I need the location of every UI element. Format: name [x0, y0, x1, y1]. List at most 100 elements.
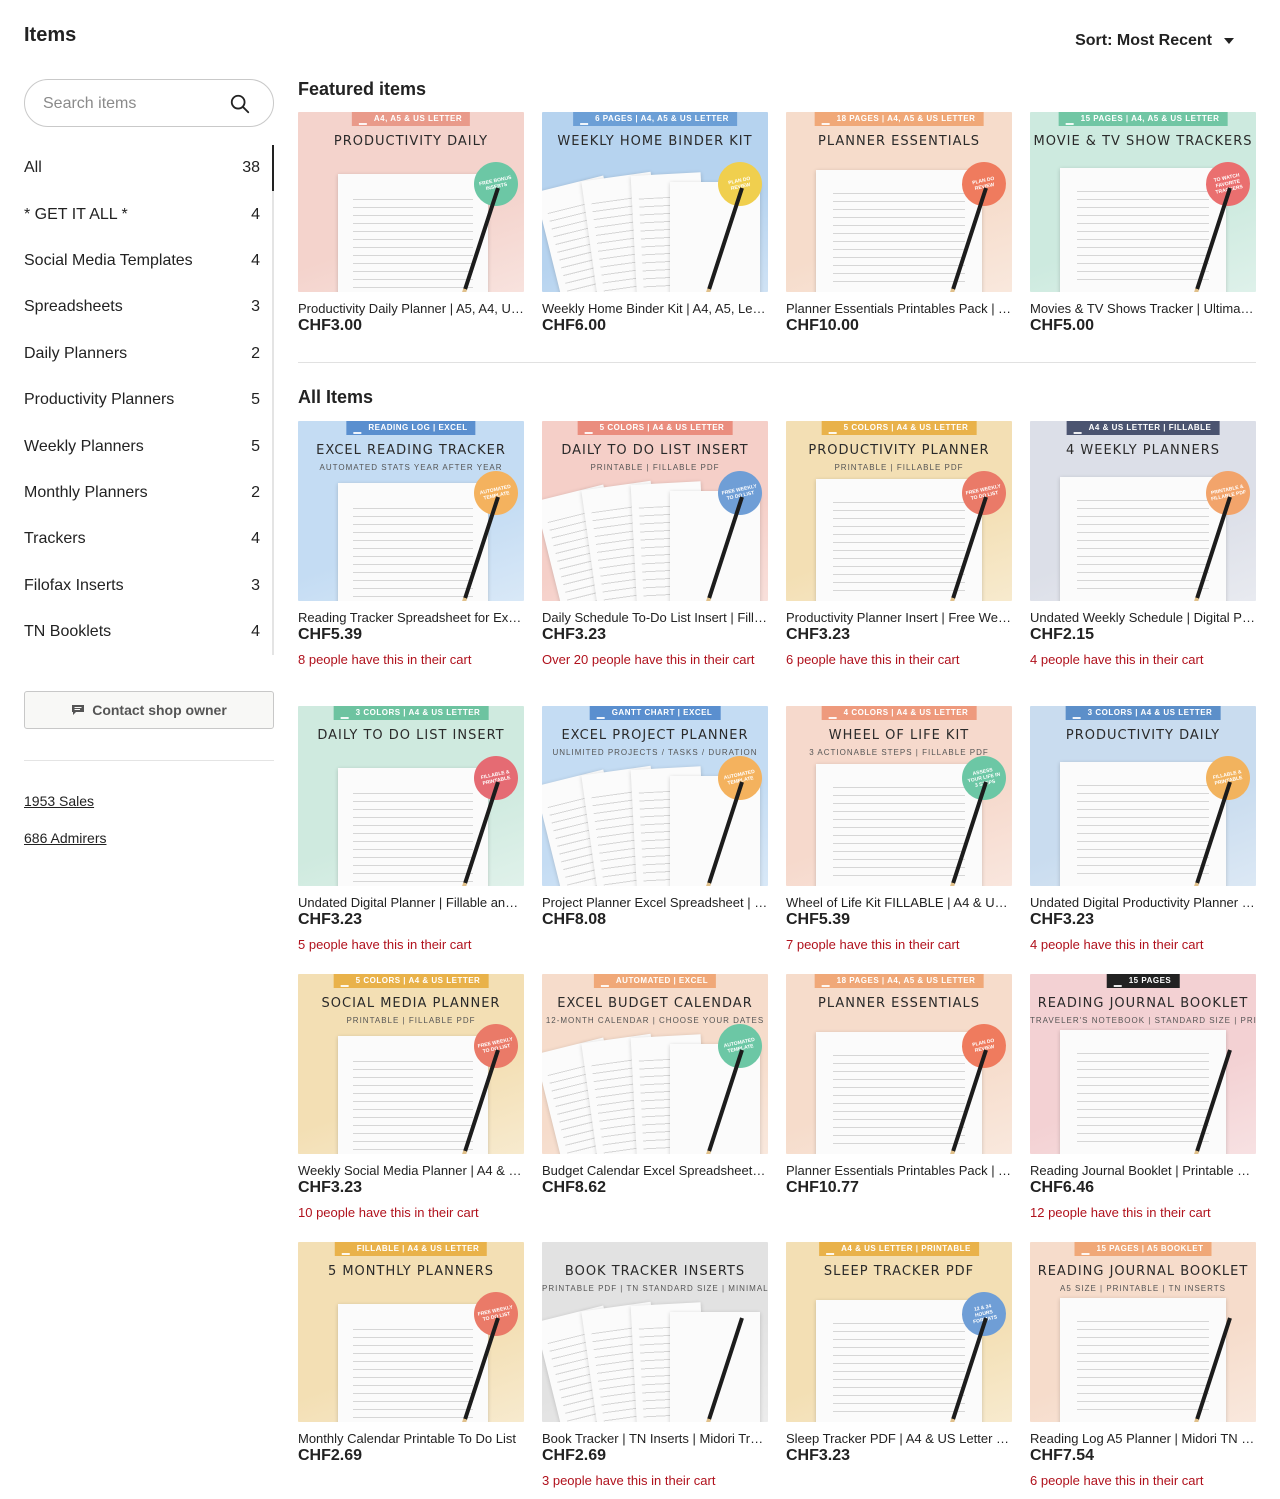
product-thumbnail[interactable]: 3 COLORS | A4 & US LETTER PRODUCTIVITY DA…: [1030, 706, 1256, 886]
product-thumbnail[interactable]: FILLABLE | A4 & US LETTER 5 MONTHLY PLANN…: [298, 1242, 524, 1422]
product-card[interactable]: FILLABLE | A4 & US LETTER 5 MONTHLY PLANN…: [298, 1242, 524, 1465]
category-item[interactable]: Filofax Inserts 3: [24, 563, 272, 609]
product-thumbnail[interactable]: A4 & US LETTER | FILLABLE 4 WEEKLY PLANNE…: [1030, 421, 1256, 601]
product-card[interactable]: BOOK TRACKER INSERTS PRINTABLE PDF | TN S…: [542, 1242, 768, 1490]
active-category-indicator: [272, 145, 274, 191]
product-price: CHF6.00: [542, 317, 607, 334]
product-card[interactable]: GANTT CHART | EXCEL EXCEL PROJECT PLANNER…: [542, 706, 768, 929]
product-title[interactable]: Undated Digital Productivity Planner | F…: [1030, 895, 1256, 910]
product-card[interactable]: 15 PAGES READING JOURNAL BOOKLET TRAVELER'…: [1030, 974, 1256, 1222]
product-title[interactable]: Book Tracker | TN Inserts | Midori Trave…: [542, 1431, 768, 1446]
category-item[interactable]: Spreadsheets 3: [24, 284, 272, 330]
product-title[interactable]: Reading Journal Booklet | Printable PDF: [1030, 1163, 1256, 1178]
sales-link[interactable]: 1953 Sales: [24, 793, 274, 809]
product-card[interactable]: 15 PAGES | A5 BOOKLET READING JOURNAL BOO…: [1030, 1242, 1256, 1490]
category-label: All: [24, 159, 42, 177]
product-heading: READING JOURNAL BOOKLET: [1037, 996, 1249, 1011]
product-tag: 15 PAGES | A5 BOOKLET: [1074, 1242, 1212, 1256]
product-card[interactable]: 5 COLORS | A4 & US LETTER SOCIAL MEDIA PL…: [298, 974, 524, 1222]
product-card[interactable]: 4 COLORS | A4 & US LETTER WHEEL OF LIFE K…: [786, 706, 1012, 954]
product-heading: PRODUCTIVITY DAILY: [1065, 728, 1221, 743]
sort-dropdown[interactable]: Sort: Most Recent: [1075, 32, 1234, 50]
category-item[interactable]: * GET IT ALL * 4: [24, 191, 272, 237]
product-card[interactable]: 5 COLORS | A4 & US LETTER PRODUCTIVITY PL…: [786, 421, 1012, 669]
product-thumbnail[interactable]: 5 COLORS | A4 & US LETTER SOCIAL MEDIA PL…: [298, 974, 524, 1154]
product-card[interactable]: AUTOMATED | EXCEL EXCEL BUDGET CALENDAR 12…: [542, 974, 768, 1197]
product-price: CHF3.23: [1030, 911, 1095, 928]
category-item[interactable]: Productivity Planners 5: [24, 377, 272, 423]
category-item[interactable]: Daily Planners 2: [24, 331, 272, 377]
product-tag: A4 & US LETTER | PRINTABLE: [819, 1242, 979, 1256]
category-item[interactable]: Trackers 4: [24, 516, 272, 562]
product-thumbnail[interactable]: 15 PAGES | A5 BOOKLET READING JOURNAL BOO…: [1030, 1242, 1256, 1422]
all-items-section-title: All Items: [298, 387, 374, 407]
product-title[interactable]: Wheel of Life Kit FILLABLE | A4 & US Let…: [786, 895, 1012, 910]
admirers-link[interactable]: 686 Admirers: [24, 830, 274, 846]
product-thumbnail[interactable]: 4 COLORS | A4 & US LETTER WHEEL OF LIFE K…: [786, 706, 1012, 886]
product-title[interactable]: Monthly Calendar Printable To Do List: [298, 1431, 524, 1446]
product-title[interactable]: Project Planner Excel Spreadsheet | Gant…: [542, 895, 768, 910]
product-title[interactable]: Planner Essentials Printables Pack | Yea…: [786, 1163, 1012, 1178]
category-item[interactable]: All 38: [24, 145, 272, 191]
product-thumbnail[interactable]: 5 COLORS | A4 & US LETTER PRODUCTIVITY PL…: [786, 421, 1012, 601]
product-title[interactable]: Productivity Planner Insert | Free Weekl…: [786, 610, 1012, 625]
product-thumbnail[interactable]: 15 PAGES READING JOURNAL BOOKLET TRAVELER'…: [1030, 974, 1256, 1154]
category-label: TN Booklets: [24, 623, 112, 641]
product-title[interactable]: Daily Schedule To-Do List Insert | Filla…: [542, 610, 768, 625]
product-card[interactable]: A4, A5 & US LETTER PRODUCTIVITY DAILY FREE…: [298, 112, 524, 335]
product-thumbnail[interactable]: BOOK TRACKER INSERTS PRINTABLE PDF | TN S…: [542, 1242, 768, 1422]
product-title[interactable]: Reading Tracker Spreadsheet for Excel | …: [298, 610, 524, 625]
product-title[interactable]: Undated Digital Planner | Fillable and P…: [298, 895, 524, 910]
product-card[interactable]: 18 PAGES | A4, A5 & US LETTER PLANNER ESS…: [786, 974, 1012, 1197]
search-icon[interactable]: [229, 93, 251, 115]
product-title[interactable]: Undated Weekly Schedule | Digital Planne…: [1030, 610, 1256, 625]
product-card[interactable]: 6 PAGES | A4, A5 & US LETTER WEEKLY HOME …: [542, 112, 768, 335]
product-thumbnail[interactable]: 5 COLORS | A4 & US LETTER DAILY TO DO LIS…: [542, 421, 768, 601]
product-price: CHF3.23: [298, 911, 363, 928]
category-item[interactable]: Weekly Planners 5: [24, 423, 272, 469]
product-title[interactable]: Budget Calendar Excel Spreadsheet | 12-M…: [542, 1163, 768, 1178]
product-price: CHF3.23: [542, 626, 607, 643]
contact-shop-owner-button[interactable]: Contact shop owner: [24, 691, 274, 730]
product-card[interactable]: READING LOG | EXCEL EXCEL READING TRACKER…: [298, 421, 524, 669]
category-label: Social Media Templates: [24, 251, 193, 269]
category-item[interactable]: TN Booklets 4: [24, 609, 272, 655]
product-title[interactable]: Weekly Social Media Planner | A4 & US Le…: [298, 1163, 524, 1178]
product-thumbnail[interactable]: 18 PAGES | A4, A5 & US LETTER PLANNER ESS…: [786, 112, 1012, 292]
category-count: 4: [251, 530, 260, 548]
product-card[interactable]: A4 & US LETTER | FILLABLE 4 WEEKLY PLANNE…: [1030, 421, 1256, 669]
product-title[interactable]: Sleep Tracker PDF | A4 & US Letter | Pri…: [786, 1431, 1012, 1446]
product-thumbnail[interactable]: 3 COLORS | A4 & US LETTER DAILY TO DO LIS…: [298, 706, 524, 886]
product-thumbnail[interactable]: READING LOG | EXCEL EXCEL READING TRACKER…: [298, 421, 524, 601]
product-thumbnail[interactable]: A4, A5 & US LETTER PRODUCTIVITY DAILY FREE…: [298, 112, 524, 292]
product-thumbnail[interactable]: 6 PAGES | A4, A5 & US LETTER WEEKLY HOME …: [542, 112, 768, 292]
product-tag: 3 COLORS | A4 & US LETTER: [1065, 706, 1221, 720]
product-subheading: PRINTABLE PDF | TN STANDARD SIZE | MINIM…: [542, 1284, 768, 1293]
product-thumbnail[interactable]: 18 PAGES | A4, A5 & US LETTER PLANNER ESS…: [786, 974, 1012, 1154]
product-tag: A4, A5 & US LETTER: [351, 112, 471, 126]
product-card[interactable]: 15 PAGES | A4, A5 & US LETTER MOVIE & TV …: [1030, 112, 1256, 335]
product-card[interactable]: 3 COLORS | A4 & US LETTER DAILY TO DO LIS…: [298, 706, 524, 954]
product-card[interactable]: 5 COLORS | A4 & US LETTER DAILY TO DO LIS…: [542, 421, 768, 669]
product-thumbnail[interactable]: GANTT CHART | EXCEL EXCEL PROJECT PLANNER…: [542, 706, 768, 886]
search-input[interactable]: [43, 92, 223, 116]
product-title[interactable]: Planner Essentials Printables Pack | Yea…: [786, 301, 1012, 316]
product-thumbnail[interactable]: 15 PAGES | A4, A5 & US LETTER MOVIE & TV …: [1030, 112, 1256, 292]
product-price: CHF5.00: [1030, 317, 1095, 334]
product-title[interactable]: Weekly Home Binder Kit | A4, A5, Letter: [542, 301, 768, 316]
category-item[interactable]: Monthly Planners 2: [24, 470, 272, 516]
product-card[interactable]: A4 & US LETTER | PRINTABLE SLEEP TRACKER …: [786, 1242, 1012, 1465]
product-heading: EXCEL BUDGET CALENDAR: [557, 996, 753, 1011]
product-price: CHF10.77: [786, 1179, 859, 1196]
product-thumbnail[interactable]: AUTOMATED | EXCEL EXCEL BUDGET CALENDAR 12…: [542, 974, 768, 1154]
product-title[interactable]: Reading Log A5 Planner | Midori TN Inser…: [1030, 1431, 1256, 1446]
product-title[interactable]: Productivity Daily Planner | A5, A4, US …: [298, 301, 524, 316]
product-thumbnail[interactable]: A4 & US LETTER | PRINTABLE SLEEP TRACKER …: [786, 1242, 1012, 1422]
product-card[interactable]: 18 PAGES | A4, A5 & US LETTER PLANNER ESS…: [786, 112, 1012, 335]
category-item[interactable]: Social Media Templates 4: [24, 238, 272, 284]
product-title[interactable]: Movies & TV Shows Tracker | Ultimate Wat…: [1030, 301, 1256, 316]
product-tag: 5 COLORS | A4 & US LETTER: [333, 974, 489, 988]
category-label: * GET IT ALL *: [24, 205, 128, 223]
product-price: CHF8.62: [542, 1179, 607, 1196]
product-card[interactable]: 3 COLORS | A4 & US LETTER PRODUCTIVITY DA…: [1030, 706, 1256, 954]
